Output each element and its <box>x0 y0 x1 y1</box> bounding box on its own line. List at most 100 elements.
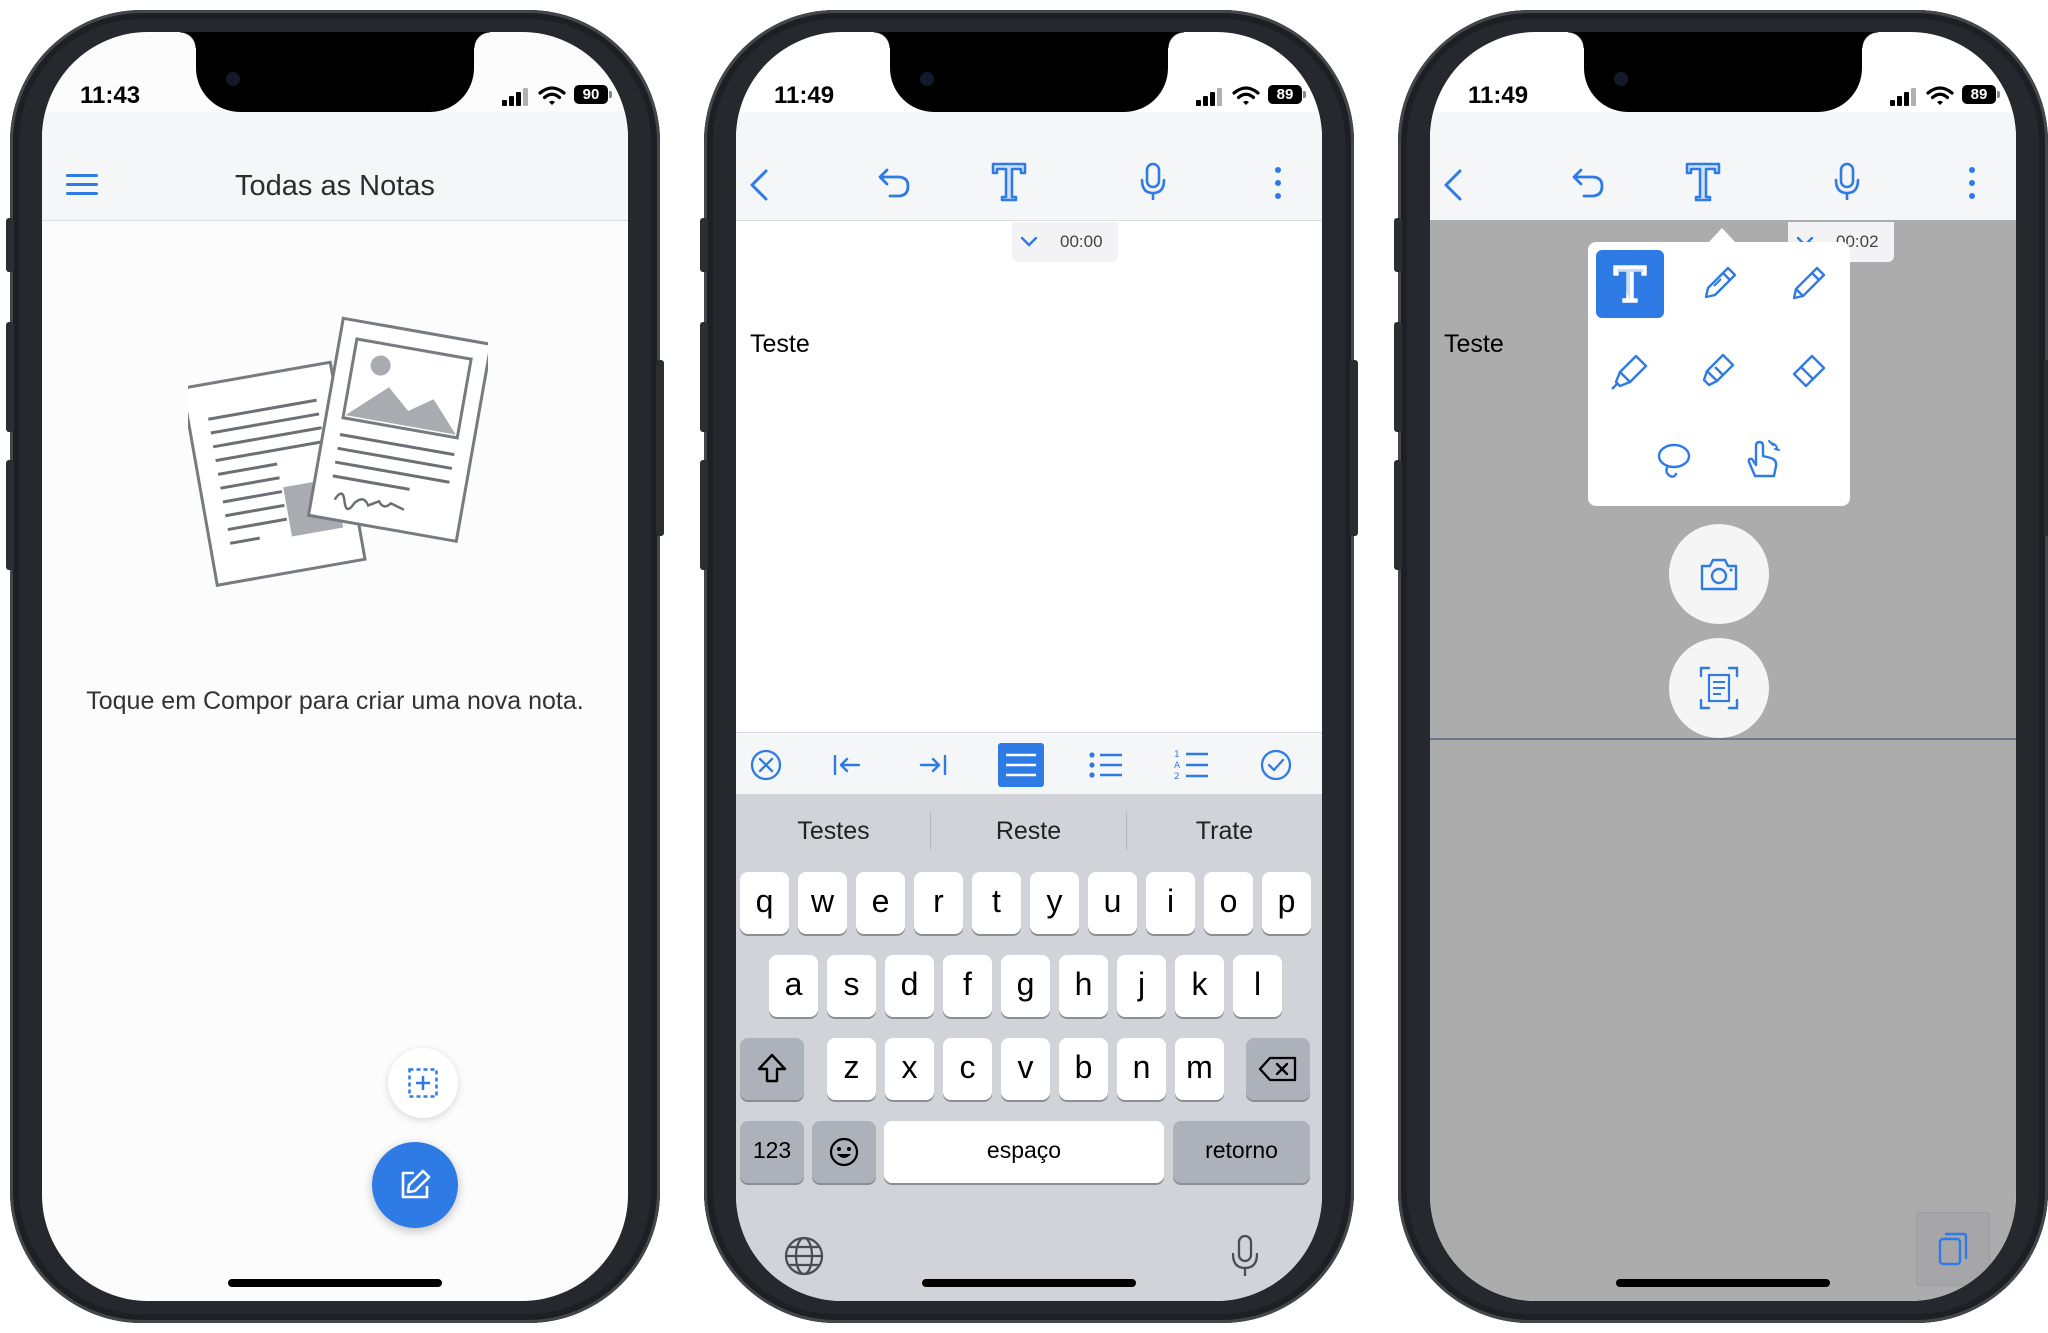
volume-up-button <box>6 322 14 432</box>
phone-note-editor-keyboard: 11:49 89 00:00 Teste 1 A 2 Testes Reste … <box>700 10 1358 1323</box>
key-g[interactable]: g <box>1001 955 1050 1017</box>
app-header <box>42 112 628 221</box>
globe-icon[interactable] <box>784 1236 824 1276</box>
status-time: 11:43 <box>80 82 141 109</box>
indent-icon[interactable] <box>918 751 948 779</box>
screen: 11:49 89 <box>1430 32 2016 1301</box>
key-e[interactable]: e <box>856 872 905 934</box>
lasso-tool-option[interactable] <box>1640 426 1708 494</box>
key-w[interactable]: w <box>798 872 847 934</box>
microphone-icon[interactable] <box>1138 162 1168 202</box>
align-button-selected[interactable] <box>998 743 1044 787</box>
key-y[interactable]: y <box>1030 872 1079 934</box>
hand-tool-option[interactable] <box>1729 426 1797 494</box>
page-divider <box>1430 738 2016 740</box>
scan-document-button[interactable] <box>1669 638 1769 738</box>
key-k[interactable]: k <box>1175 955 1224 1017</box>
key-s[interactable]: s <box>827 955 876 1017</box>
svg-text:A: A <box>1174 761 1181 771</box>
align-left-icon <box>1006 753 1036 777</box>
key-u[interactable]: u <box>1088 872 1137 934</box>
key-h[interactable]: h <box>1059 955 1108 1017</box>
key-l[interactable]: l <box>1233 955 1282 1017</box>
bullet-list-icon[interactable] <box>1088 751 1122 779</box>
chevron-down-icon <box>1020 236 1038 247</box>
done-check-icon[interactable] <box>1260 749 1292 781</box>
key-q[interactable]: q <box>740 872 789 934</box>
suggestion-1[interactable]: Testes <box>736 794 931 868</box>
side-button <box>2044 360 2048 536</box>
status-time: 11:49 <box>774 82 835 109</box>
key-z[interactable]: z <box>827 1038 876 1100</box>
undo-icon[interactable] <box>1570 166 1606 200</box>
key-n[interactable]: n <box>1117 1038 1166 1100</box>
shift-key[interactable] <box>740 1038 804 1100</box>
dictation-mic-icon[interactable] <box>1230 1234 1260 1278</box>
key-d[interactable]: d <box>885 955 934 1017</box>
key-m[interactable]: m <box>1175 1038 1224 1100</box>
key-v[interactable]: v <box>1001 1038 1050 1100</box>
undo-icon[interactable] <box>876 166 912 200</box>
more-options-icon[interactable] <box>1274 166 1282 200</box>
back-chevron-icon[interactable] <box>748 168 770 202</box>
return-key[interactable]: retorno <box>1173 1121 1310 1183</box>
key-x[interactable]: x <box>885 1038 934 1100</box>
note-text[interactable]: Teste <box>1444 330 1504 359</box>
space-key[interactable]: espaço <box>884 1121 1164 1183</box>
documents-illustration <box>188 316 488 587</box>
suggestion-3[interactable]: Trate <box>1127 794 1322 868</box>
key-p[interactable]: p <box>1262 872 1311 934</box>
back-chevron-icon[interactable] <box>1442 168 1464 202</box>
note-text[interactable]: Teste <box>750 330 810 359</box>
volume-up-button <box>700 322 708 432</box>
highlighter-tool-option[interactable] <box>1596 338 1664 406</box>
key-f[interactable]: f <box>943 955 992 1017</box>
mute-switch <box>700 218 708 272</box>
camera-button[interactable] <box>1669 524 1769 624</box>
pen-icon <box>1704 266 1737 299</box>
microphone-icon[interactable] <box>1832 162 1862 202</box>
volume-down-button <box>1394 460 1402 570</box>
close-format-icon[interactable] <box>750 749 782 781</box>
pages-button[interactable] <box>1916 1212 1990 1286</box>
phone-note-editor-tools: 11:49 89 00:02 Teste <box>1394 10 2048 1323</box>
eraser-tool-option[interactable] <box>1774 338 1842 406</box>
side-button <box>1350 360 1358 536</box>
compose-button[interactable] <box>372 1142 458 1228</box>
text-tool-icon[interactable] <box>991 162 1027 202</box>
backspace-key[interactable] <box>1246 1038 1310 1100</box>
eraser-icon <box>1792 354 1826 388</box>
lasso-icon <box>1657 443 1691 478</box>
empty-state-message: Toque em Compor para criar uma nova nota… <box>86 687 584 715</box>
emoji-key[interactable] <box>812 1121 876 1183</box>
highlighter-icon <box>1611 354 1648 390</box>
numbers-key[interactable]: 123 <box>740 1121 804 1183</box>
key-a[interactable]: a <box>769 955 818 1017</box>
key-o[interactable]: o <box>1204 872 1253 934</box>
pen-tool-option[interactable] <box>1685 250 1753 318</box>
key-b[interactable]: b <box>1059 1038 1108 1100</box>
more-options-icon[interactable] <box>1968 166 1976 200</box>
suggestion-2[interactable]: Reste <box>931 794 1126 868</box>
numbered-list-icon[interactable]: 1 A 2 <box>1174 749 1208 781</box>
battery-indicator: 89 <box>1962 85 2000 104</box>
key-c[interactable]: c <box>943 1038 992 1100</box>
outdent-icon[interactable] <box>832 751 862 779</box>
home-indicator <box>922 1279 1136 1287</box>
text-tool-icon <box>1613 265 1647 303</box>
mute-switch <box>1394 218 1402 272</box>
key-j[interactable]: j <box>1117 955 1166 1017</box>
recording-timer[interactable]: 00:00 <box>1012 222 1118 262</box>
pencil-tool-option[interactable] <box>1774 250 1842 318</box>
format-toolbar: 1 A 2 <box>736 732 1322 795</box>
key-t[interactable]: t <box>972 872 1021 934</box>
add-frame-button[interactable] <box>388 1048 458 1118</box>
text-tool-option[interactable] <box>1596 250 1664 318</box>
marker-tool-option[interactable] <box>1685 338 1753 406</box>
status-time: 11:49 <box>1468 82 1529 109</box>
key-i[interactable]: i <box>1146 872 1195 934</box>
text-tool-icon[interactable] <box>1685 162 1721 202</box>
key-r[interactable]: r <box>914 872 963 934</box>
hand-pointer-icon <box>1747 440 1780 478</box>
page-title: Todas as Notas <box>235 170 435 202</box>
